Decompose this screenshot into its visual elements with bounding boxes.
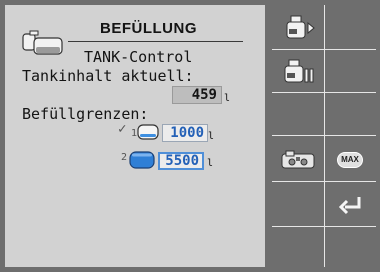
title-divider [68, 41, 243, 42]
fill-limit-1-field[interactable]: 1000 [162, 124, 208, 142]
fill-limits-label: Befüllgrenzen: [22, 105, 149, 123]
page-subtitle: TANK-Control [84, 48, 193, 66]
fill-start-button[interactable] [270, 5, 326, 50]
fill-limit-1-value: 1000 [170, 125, 204, 141]
checkmark-icon: ✓ [118, 121, 127, 137]
terminal-screen: BEFÜLLUNG TANK-Control Tankinhalt aktuel… [0, 0, 380, 272]
fill-limit-1-unit: l [208, 131, 215, 142]
tank-outline-icon [137, 124, 159, 140]
limit-index-2: 2 [121, 152, 128, 163]
tank-content-field: 459 [172, 86, 222, 104]
filling-start-icon [286, 15, 315, 38]
pump-machine-icon [281, 150, 315, 168]
tank-content-unit: l [224, 93, 231, 104]
tank-full-icon [129, 151, 155, 169]
tank-content-value: 459 [191, 87, 217, 103]
page-title: BEFÜLLUNG [100, 20, 197, 37]
fill-limit-2-field[interactable]: 5500 [158, 152, 204, 170]
fill-limit-2-unit: l [207, 158, 214, 169]
max-icon: MAX [337, 151, 363, 168]
fill-limit-2-value: 5500 [165, 153, 199, 169]
filling-pause-icon [284, 59, 314, 82]
sprayer-tank-icon [22, 30, 63, 55]
return-arrow-icon [338, 196, 361, 214]
max-fill-button[interactable]: MAX [322, 137, 378, 182]
softkey-divider [272, 135, 376, 136]
tank-content-label: Tankinhalt aktuell: [22, 67, 194, 85]
back-button[interactable] [322, 182, 378, 227]
fill-pause-button[interactable] [270, 49, 326, 94]
pump-settings-button[interactable] [270, 137, 326, 182]
